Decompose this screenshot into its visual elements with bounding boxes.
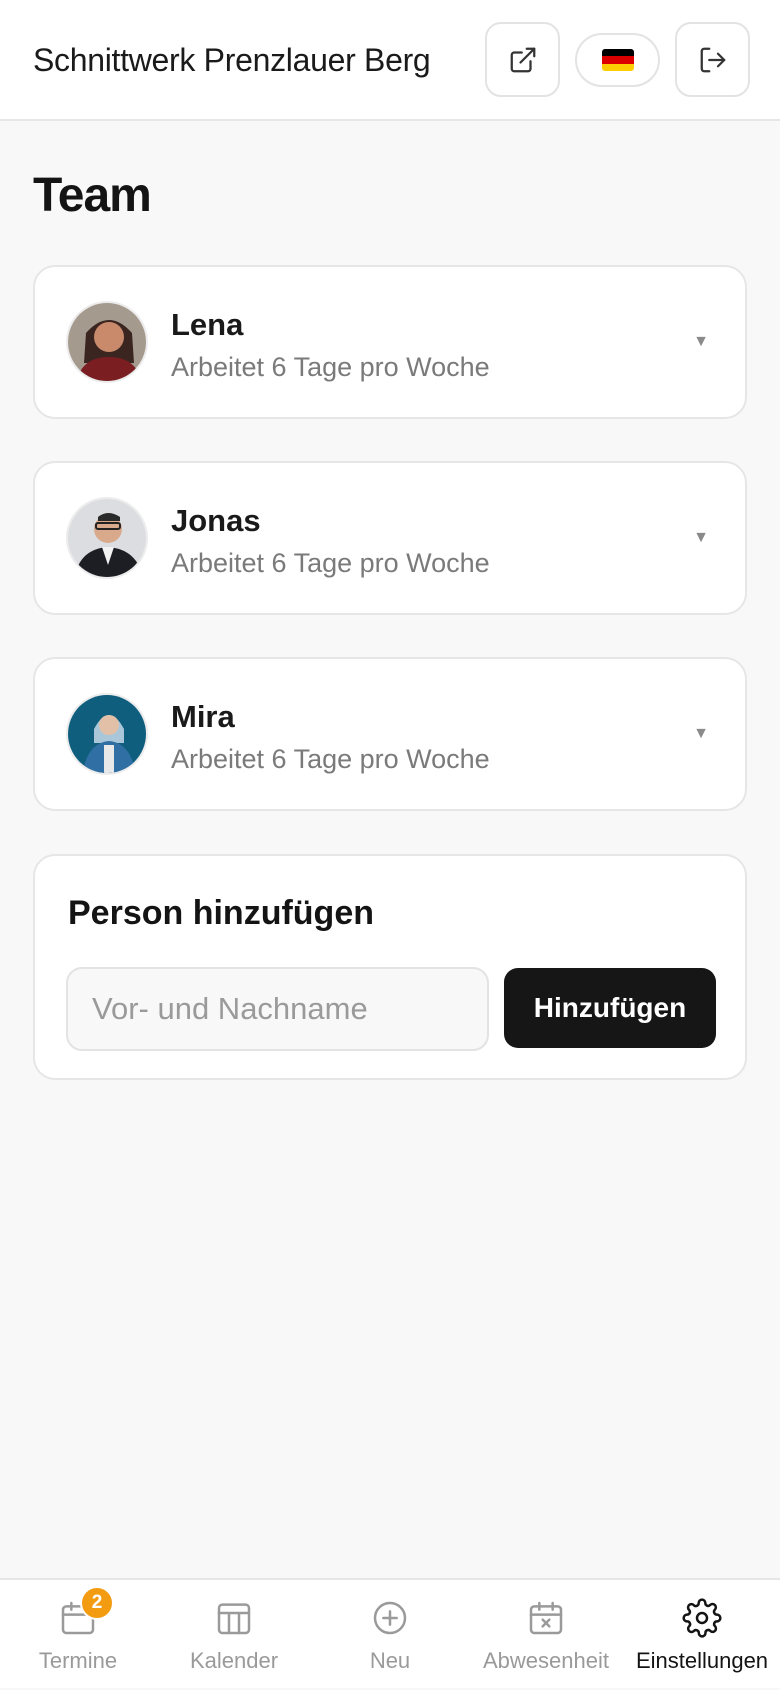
nav-item-neu[interactable]: Neu (312, 1580, 468, 1690)
member-schedule: Arbeitet 6 Tage pro Woche (171, 352, 490, 382)
nav-label: Abwesenheit (483, 1648, 609, 1673)
nav-item-termine[interactable]: 2 Termine (0, 1580, 156, 1690)
notification-badge: 2 (80, 1586, 114, 1620)
chevron-down-icon[interactable]: ▼ (693, 529, 709, 547)
page-title: Team (33, 169, 152, 222)
app-header: Schnittwerk Prenzlauer Berg (0, 0, 780, 121)
add-person-button[interactable]: Hinzufügen (504, 968, 716, 1048)
chevron-down-icon[interactable]: ▼ (693, 725, 709, 743)
add-person-card: Person hinzufügen Hinzufügen (33, 854, 747, 1080)
member-name: Jonas (171, 503, 261, 538)
team-member-card[interactable]: Jonas Arbeitet 6 Tage pro Woche ▼ (33, 461, 747, 615)
nav-item-abwesenheit[interactable]: Abwesenheit (468, 1580, 624, 1690)
open-external-button[interactable] (485, 22, 560, 97)
team-member-card[interactable]: Lena Arbeitet 6 Tage pro Woche ▼ (33, 265, 747, 419)
plus-circle-icon (370, 1598, 410, 1638)
calendar-x-icon (526, 1598, 566, 1638)
calendar-icon: 2 (58, 1586, 114, 1638)
external-link-icon (510, 47, 535, 72)
nav-label: Neu (369, 1648, 411, 1673)
avatar (66, 497, 148, 579)
logout-button[interactable] (675, 22, 750, 97)
nav-item-kalender[interactable]: Kalender (156, 1580, 312, 1690)
nav-label: Kalender (189, 1648, 279, 1673)
member-schedule: Arbeitet 6 Tage pro Woche (171, 548, 490, 578)
columns-icon (214, 1598, 254, 1638)
gear-icon (682, 1598, 722, 1638)
language-button[interactable] (575, 33, 660, 87)
add-person-title: Person hinzufügen (68, 894, 374, 932)
nav-label: Termine (38, 1648, 118, 1673)
team-member-card[interactable]: Mira Arbeitet 6 Tage pro Woche ▼ (33, 657, 747, 811)
member-schedule: Arbeitet 6 Tage pro Woche (171, 744, 490, 774)
logout-icon (700, 47, 725, 72)
flag-de-icon (601, 49, 634, 71)
avatar (66, 301, 148, 383)
member-name: Lena (171, 307, 244, 342)
avatar (66, 693, 148, 775)
full-name-input[interactable] (66, 967, 489, 1051)
chevron-down-icon[interactable]: ▼ (693, 333, 709, 351)
member-name: Mira (171, 699, 235, 734)
salon-title: Schnittwerk Prenzlauer Berg (33, 42, 431, 78)
nav-label: Einstellungen (635, 1648, 769, 1673)
bottom-navigation: 2 Termine Kalender Neu Abwesenheit Einst… (0, 1578, 780, 1688)
nav-item-einstellungen[interactable]: Einstellungen (624, 1580, 780, 1690)
